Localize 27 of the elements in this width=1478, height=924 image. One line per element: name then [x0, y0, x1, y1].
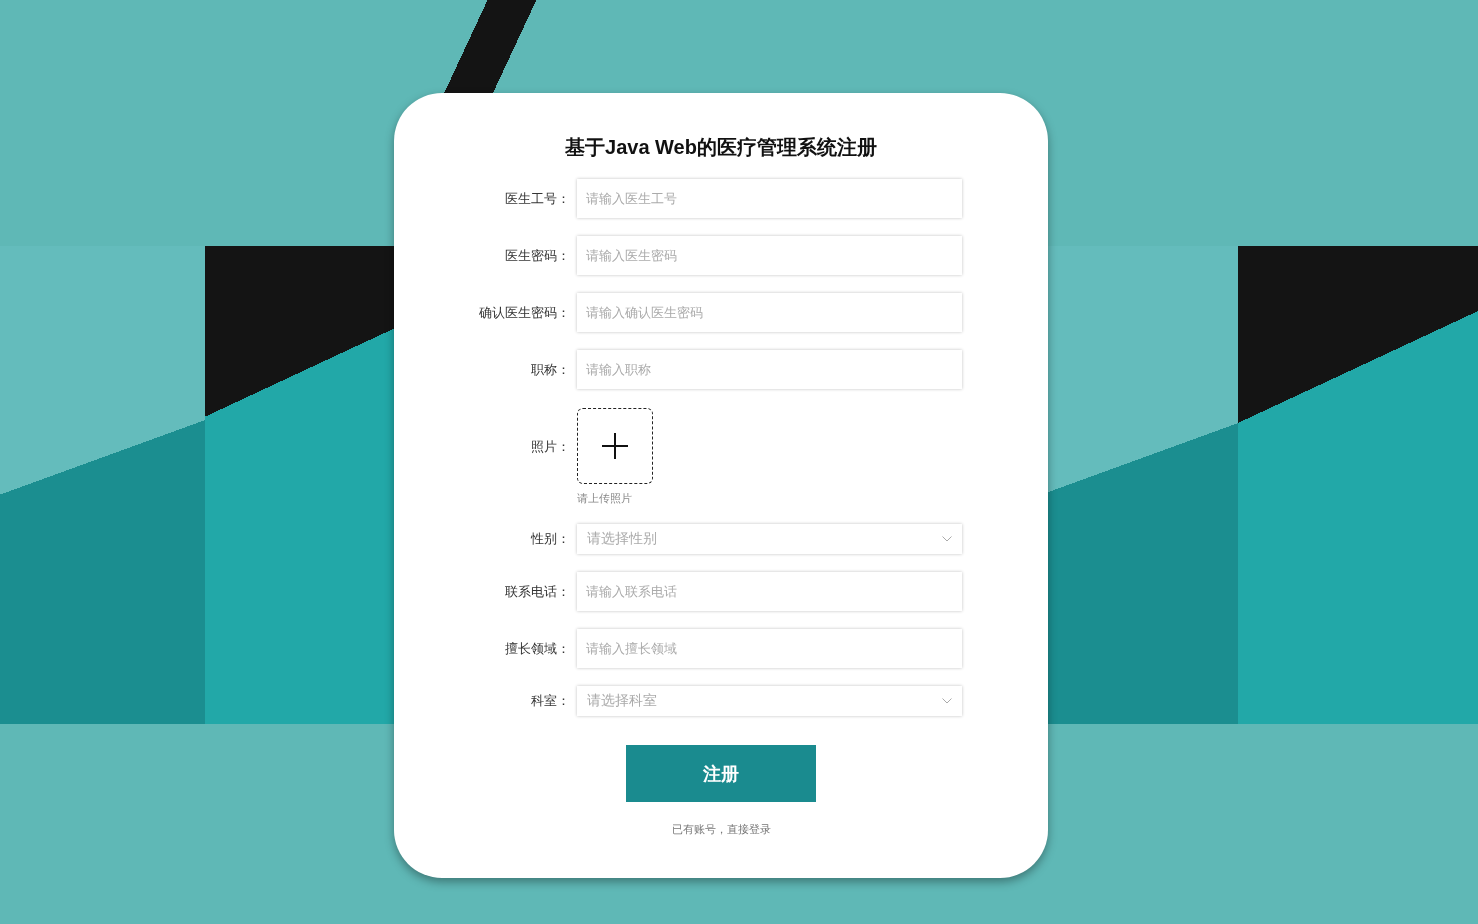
select-placeholder: 请选择性别 — [587, 530, 657, 548]
select-placeholder: 请选择科室 — [587, 692, 657, 710]
plus-icon — [602, 433, 628, 459]
input-field[interactable]: 请输入确认医生密码 — [577, 293, 962, 332]
input-field[interactable]: 请输入擅长领域 — [577, 629, 962, 668]
login-link[interactable]: 已有账号，直接登录 — [671, 822, 771, 837]
chevron-down-icon — [942, 536, 952, 542]
field-label: 确认医生密码： — [478, 303, 570, 322]
field-label: 照片： — [530, 437, 570, 456]
field-label: 性别： — [530, 530, 570, 548]
field-label: 医生密码： — [504, 246, 570, 265]
field-label: 擅长领域： — [504, 639, 570, 658]
select-field[interactable]: 请选择科室 — [577, 686, 962, 716]
select-field[interactable]: 请选择性别 — [577, 524, 962, 554]
field-label: 医生工号： — [504, 189, 570, 208]
input-field[interactable]: 请输入职称 — [577, 350, 962, 389]
field-label: 科室： — [530, 692, 570, 710]
upload-button[interactable] — [577, 408, 653, 484]
chevron-down-icon — [942, 698, 952, 704]
input-field[interactable]: 请输入联系电话 — [577, 572, 962, 611]
field-label: 职称： — [530, 360, 570, 379]
page-title: 基于Java Web的医疗管理系统注册 — [565, 135, 877, 159]
input-field[interactable]: 请输入医生密码 — [577, 236, 962, 275]
upload-hint: 请上传照片 — [577, 491, 632, 506]
input-field[interactable]: 请输入医生工号 — [577, 179, 962, 218]
field-label: 联系电话： — [504, 582, 570, 601]
register-button[interactable]: 注册 — [626, 745, 816, 802]
